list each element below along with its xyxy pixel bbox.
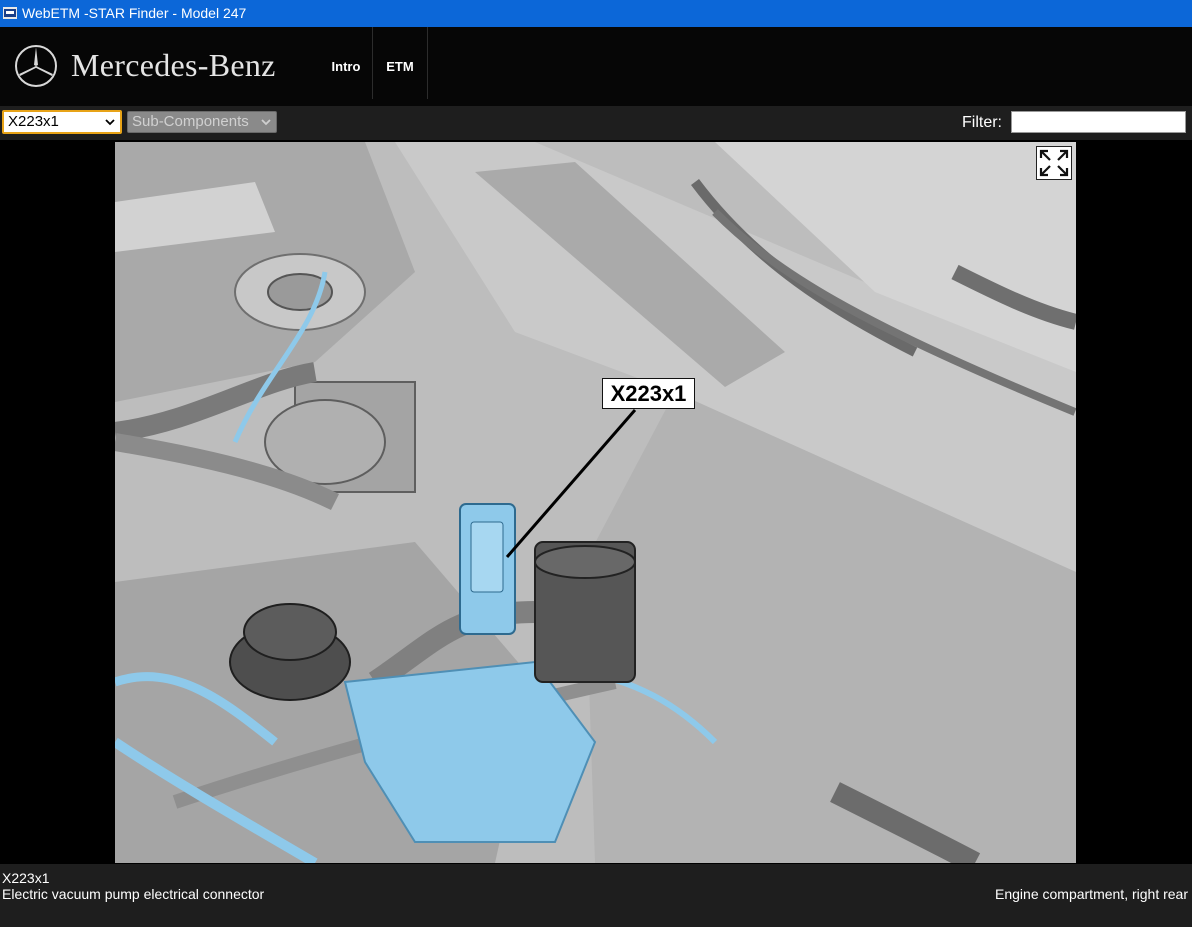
component-select[interactable]: X223x1 [2, 110, 122, 134]
component-location-viewer[interactable]: X223x1 [115, 142, 1076, 863]
nav-divider [372, 27, 373, 99]
chevron-down-icon [105, 119, 115, 126]
window-title: WebETM -STAR Finder - Model 247 [22, 5, 247, 21]
window-titlebar: WebETM -STAR Finder - Model 247 [0, 0, 1192, 27]
component-location: Engine compartment, right rear [995, 886, 1188, 902]
component-code: X223x1 [2, 870, 50, 886]
fullscreen-button[interactable] [1036, 146, 1072, 180]
chevron-down-icon [261, 119, 271, 126]
brand-name: Mercedes-Benz [71, 47, 276, 83]
mercedes-star-icon [15, 45, 57, 87]
filter-input[interactable] [1011, 111, 1186, 133]
subcomponent-select-value: Sub-Components [132, 113, 249, 130]
engine-compartment-illustration [115, 142, 1076, 863]
app-icon [3, 7, 17, 19]
component-select-value: X223x1 [8, 113, 59, 130]
app-header: Mercedes-Benz Intro ETM [0, 27, 1192, 106]
nav-etm[interactable]: ETM [376, 27, 424, 99]
expand-arrows-icon [1039, 149, 1069, 177]
component-description: Electric vacuum pump electrical connecto… [2, 886, 265, 902]
component-callout-label: X223x1 [602, 378, 695, 409]
component-info-bar: X223x1 Electric vacuum pump electrical c… [0, 864, 1192, 927]
filter-label: Filter: [962, 114, 1002, 131]
toolbar: X223x1 Sub-Components Filter: [0, 106, 1192, 140]
nav-divider [427, 27, 428, 99]
subcomponent-select[interactable]: Sub-Components [127, 111, 277, 133]
nav-intro[interactable]: Intro [323, 27, 369, 99]
